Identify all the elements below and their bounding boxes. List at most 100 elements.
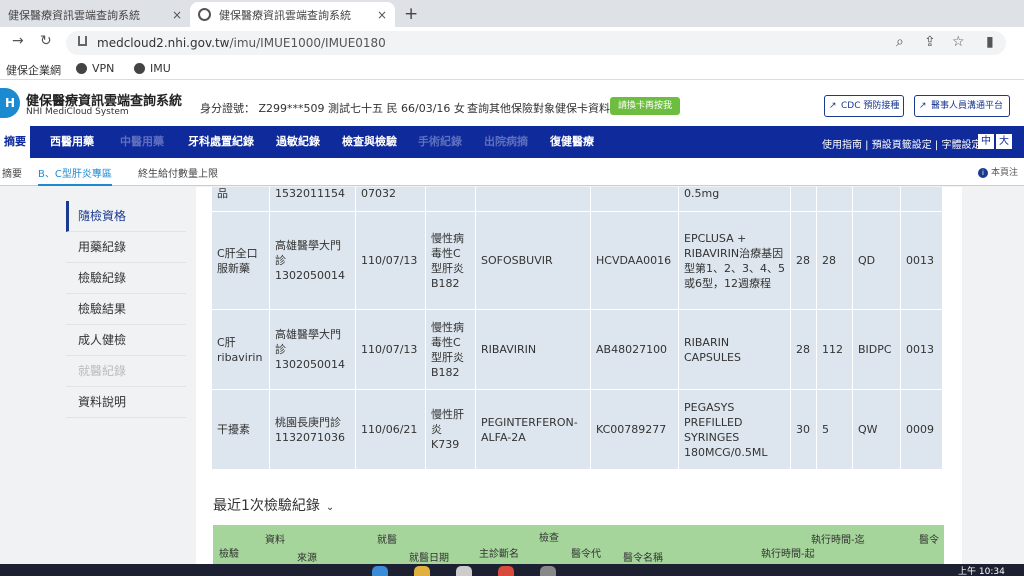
- other-query-label: 查詢其他保險對象健保卡資料：: [467, 102, 621, 115]
- nav-dental[interactable]: 牙科處置紀錄: [188, 126, 254, 158]
- table-cell: HCVDAA0016: [590, 211, 679, 310]
- table-cell: C肝全口服新藥: [211, 211, 270, 310]
- side-item-lab-results[interactable]: 檢驗結果: [66, 294, 186, 325]
- nav-summary[interactable]: 摘要: [0, 126, 30, 158]
- side-item-data-notes[interactable]: 資料說明: [66, 387, 186, 418]
- table-cell: 慢性病毒性C型肝炎 B182: [425, 211, 476, 310]
- page-notice[interactable]: i 本頁注: [978, 165, 1018, 178]
- font-medium-button[interactable]: 中大: [978, 134, 994, 162]
- column-header: 就醫日期: [409, 553, 449, 564]
- side-item-eligibility[interactable]: 隨檢資格: [66, 201, 186, 232]
- nav-chinese-meds: 中醫用藥: [120, 135, 164, 148]
- table-cell: 0013: [900, 211, 943, 310]
- zoom-icon[interactable]: ⌕: [896, 34, 904, 50]
- font-large-button[interactable]: 大: [996, 134, 1012, 149]
- table-cell: BIDPC: [852, 309, 901, 390]
- table-row: 品 1532011154 07032 0.5mg: [211, 187, 943, 212]
- folder-icon[interactable]: [414, 566, 430, 576]
- table-cell: C肝 ribavirin: [211, 309, 270, 390]
- table-cell: PEGASYS PREFILLED SYRINGES 180MCG/0.5ML: [678, 389, 791, 470]
- table-row: C肝 ribavirin 高雄醫學大門診 1302050014 110/07/1…: [211, 309, 943, 390]
- info-icon: i: [978, 168, 988, 178]
- bookmark-item[interactable]: IMU: [134, 62, 171, 75]
- nav-discharge: 出院病摘: [484, 135, 528, 148]
- side-item-adult-checkup[interactable]: 成人健檢: [66, 325, 186, 356]
- bookmark-star-icon[interactable]: ☆: [952, 34, 965, 50]
- forward-icon[interactable]: →: [12, 33, 24, 49]
- table-cell: 07032: [355, 187, 426, 212]
- table-cell: AB48027100: [590, 309, 679, 390]
- table-cell: QD: [852, 211, 901, 310]
- table-cell: EPCLUSA + RIBAVIRIN治療基因型第1、2、3、4、5或6型，12…: [678, 211, 791, 310]
- table-row: 干擾素 桃園長庚門診 1132071036 110/06/21 慢性肝炎 K73…: [211, 389, 943, 470]
- table-cell: 30: [790, 389, 817, 470]
- nav-rehab[interactable]: 復健醫療: [550, 126, 594, 158]
- table-cell: [790, 187, 817, 212]
- nav-settings-links[interactable]: 使用指南 | 預設頁籤設定 | 字體設定: [822, 136, 981, 151]
- table-cell: [900, 187, 943, 212]
- close-tab-icon[interactable]: ×: [172, 8, 182, 22]
- nav-allergy[interactable]: 過敏紀錄: [276, 126, 320, 158]
- table-cell: [475, 187, 591, 212]
- table-cell: 0009: [900, 389, 943, 470]
- medical-staff-platform-button[interactable]: 醫事人員溝通平台: [914, 95, 1010, 117]
- column-header: 主診斷名: [479, 549, 519, 560]
- bookmark-item[interactable]: 健保企業網: [6, 62, 61, 78]
- table-cell: 慢性病毒性C型肝炎 B182: [425, 309, 476, 390]
- cdc-vaccination-button[interactable]: CDC 預防接種: [824, 95, 904, 117]
- subtab-hepatitis[interactable]: B、C型肝炎專區: [38, 165, 112, 186]
- share-icon[interactable]: ⇪: [924, 34, 936, 50]
- table-cell: 28: [790, 309, 817, 390]
- close-tab-icon[interactable]: ×: [377, 8, 387, 22]
- table-cell: PEGINTERFERON-ALFA-2A: [475, 389, 591, 470]
- table-cell: 110/07/13: [355, 309, 426, 390]
- url-field[interactable]: medcloud2.nhi.gov.tw/imu/IMUE1000/IMUE01…: [66, 31, 1006, 55]
- app-icon[interactable]: [540, 566, 556, 576]
- table-cell: 112: [816, 309, 853, 390]
- side-item-medication[interactable]: 用藥紀錄: [66, 232, 186, 263]
- side-panel-icon[interactable]: ▮: [986, 34, 994, 50]
- table-cell: 桃園長庚門診 1132071036: [269, 389, 356, 470]
- table-cell: RIBARIN CAPSULES: [678, 309, 791, 390]
- browser-tab-active[interactable]: 健保醫療資訊雲端查詢系統 ×: [190, 2, 395, 27]
- browser-icon[interactable]: [498, 566, 514, 576]
- bookmark-item[interactable]: VPN: [76, 62, 114, 75]
- browser-tab[interactable]: 健保醫療資訊雲端查詢系統 ×: [0, 2, 190, 27]
- screen: 健保醫療資訊雲端查詢系統 × 健保醫療資訊雲端查詢系統 × + → ↻ medc…: [0, 0, 1024, 576]
- nav-western-meds[interactable]: 西醫用藥: [50, 126, 94, 158]
- reload-icon[interactable]: ↻: [40, 33, 52, 49]
- nav-exam[interactable]: 檢查與檢驗: [342, 126, 397, 158]
- table-cell: 品: [211, 187, 270, 212]
- lock-icon: [78, 36, 87, 46]
- subtab-summary[interactable]: 摘要: [2, 165, 22, 180]
- chrome-icon[interactable]: [372, 566, 388, 576]
- table-cell: 0013: [900, 309, 943, 390]
- site-header: H 健保醫療資訊雲端查詢系統 NHI MediCloud System 身分證號…: [0, 80, 1024, 126]
- subtab-lifetime-limit[interactable]: 終生給付數量上限: [138, 165, 218, 180]
- table-cell: 28: [790, 211, 817, 310]
- column-header: 就醫: [377, 535, 397, 546]
- system-subtitle: NHI MediCloud System: [26, 107, 129, 117]
- table-cell: [816, 187, 853, 212]
- content-area: 隨檢資格 用藥紀錄 檢驗紀錄 檢驗結果 成人健檢 就醫紀錄 資料說明 品 153…: [0, 187, 1024, 564]
- sub-nav: 摘要 B、C型肝炎專區 終生給付數量上限 i 本頁注: [0, 158, 1024, 186]
- table-cell: 干擾素: [211, 389, 270, 470]
- column-header: 執行時間-迄: [811, 535, 865, 546]
- store-icon[interactable]: [456, 566, 472, 576]
- globe-icon: [198, 8, 211, 21]
- side-item-visits: 就醫紀錄: [66, 356, 186, 387]
- patient-info: 身分證號： Z299***509 測試七十五 民 66/03/16 女: [200, 102, 465, 115]
- lab-section-title[interactable]: 最近1次檢驗紀錄 ⌄: [213, 495, 334, 515]
- table-cell: 高雄醫學大門診 1302050014: [269, 309, 356, 390]
- os-taskbar: 上午 10:34: [0, 564, 1024, 576]
- column-header: 資料: [265, 535, 285, 546]
- table-cell: 28: [816, 211, 853, 310]
- table-cell: 5: [816, 389, 853, 470]
- switch-card-button[interactable]: 請換卡再按我: [610, 97, 680, 115]
- table-cell: [590, 187, 679, 212]
- new-tab-button[interactable]: +: [404, 4, 418, 24]
- table-row: C肝全口服新藥 高雄醫學大門診 1302050014 110/07/13 慢性病…: [211, 211, 943, 310]
- side-item-lab-records[interactable]: 檢驗紀錄: [66, 263, 186, 294]
- bookmarks-bar: 健保企業網 VPN IMU: [0, 58, 1024, 80]
- table-cell: RIBAVIRIN: [475, 309, 591, 390]
